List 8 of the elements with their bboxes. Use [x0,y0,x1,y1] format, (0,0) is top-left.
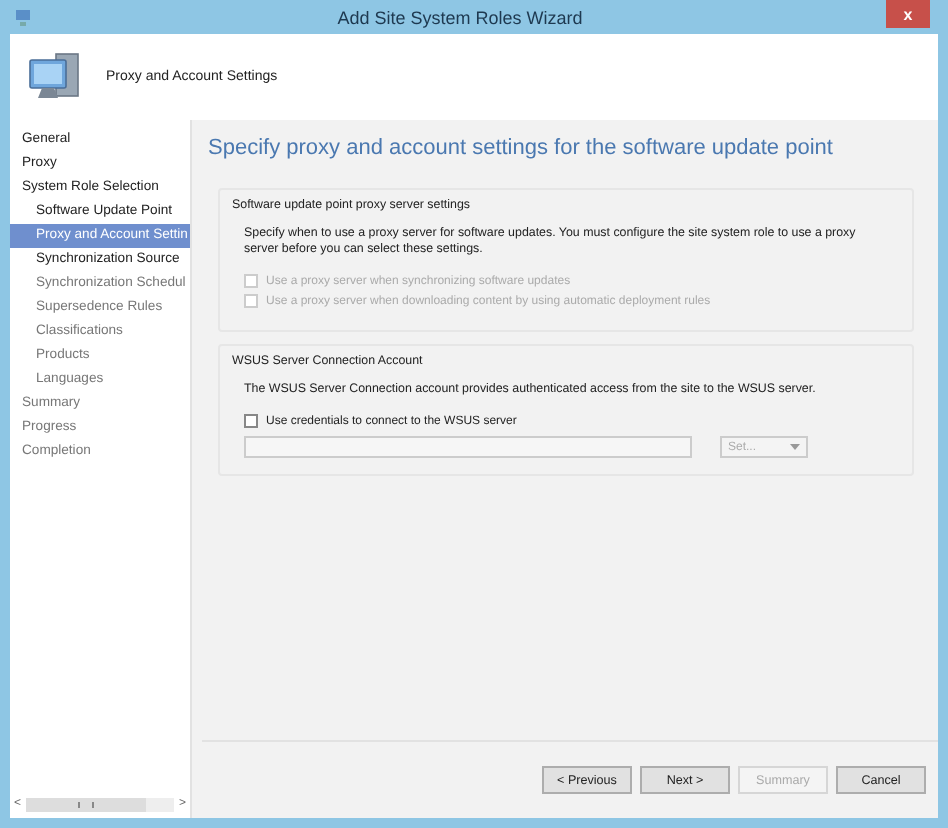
computer-icon [14,7,34,27]
section-heading: Specify proxy and account settings for the software update point [208,136,835,160]
checkbox[interactable] [244,414,258,429]
close-button[interactable]: x [886,0,930,28]
account-field[interactable] [244,436,692,459]
caret-icon [790,444,800,451]
window-title: Add Site System Roles Wizard [335,7,585,27]
scrollbar-thumb[interactable] [25,797,146,811]
